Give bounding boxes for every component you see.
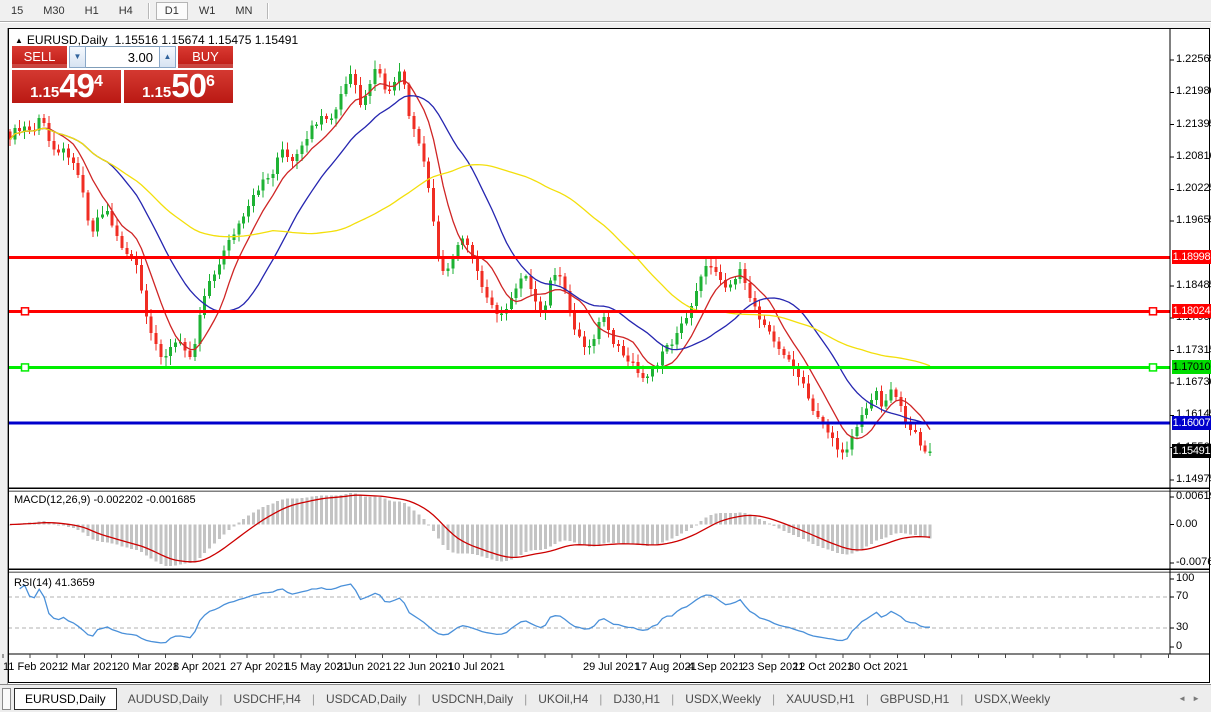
tab-GBPUSD-H1[interactable]: GBPUSD,H1 [869,689,960,709]
tab-USDCNH-Daily[interactable]: USDCNH,Daily [421,689,524,709]
price-tick-1.14975: 1.14975 [1176,473,1211,485]
sell-price-sup: 4 [94,73,103,91]
tab-DJ30-H1[interactable]: DJ30,H1 [602,689,671,709]
price-badge-1.18024: 1.18024 [1172,304,1211,318]
chart-ohlc-values: 1.15516 1.15674 1.15475 1.15491 [115,33,299,47]
overlay-MA-slow [10,128,930,366]
chart-canvas [0,0,1211,712]
price-badge-1.16007: 1.16007 [1172,416,1211,430]
buy-price-big: 50 [171,71,206,101]
tab-XAUUSD-H1[interactable]: XAUUSD,H1 [775,689,866,709]
rsi-100-tick: 100 [1176,572,1194,584]
date-label: 11 Feb 2021 [3,661,64,673]
price-tick-1.21395: 1.21395 [1176,118,1211,130]
volume-increase-button[interactable]: ▲ [159,46,176,68]
price-tick-1.18485: 1.18485 [1176,279,1211,291]
chart-symbol-label: EURUSD,Daily [27,33,108,47]
sell-button[interactable]: SELL [12,46,67,68]
tab-scroll-right-icon[interactable]: ► [1192,694,1206,703]
price-badge-1.17010: 1.17010 [1172,360,1211,374]
tab-AUDUSD-Daily[interactable]: AUDUSD,Daily [117,689,220,709]
macd-max-tick: 0.006193 [1176,490,1211,502]
price-tick-1.20810: 1.20810 [1176,150,1211,162]
collapse-triangle-icon: ▲ [15,36,23,45]
tab-USDX-Weekly[interactable]: USDX,Weekly [963,689,1061,709]
date-label: 2 Mar 2021 [62,661,118,673]
tab-scroll-left-icon[interactable]: ◄ [1178,694,1192,703]
volume-decrease-button[interactable]: ▼ [69,46,86,68]
sell-price-display[interactable]: 1.15494 [12,70,121,103]
overlay-MA-fast [10,80,930,438]
price-badge-1.18998: 1.18998 [1172,250,1211,264]
tab-USDX-Weekly[interactable]: USDX,Weekly [674,689,772,709]
tab-USDCAD-Daily[interactable]: USDCAD,Daily [315,689,418,709]
chart-title: ▲ EURUSD,Daily 1.15516 1.15674 1.15475 1.1… [15,33,298,47]
rsi-indicator-label: RSI(14) 41.3659 [14,577,95,589]
one-click-trading-widget: SELL ▼ ▲ BUY 1.15494 1.15506 [12,46,233,103]
macd-zero-tick: 0.00 [1176,518,1197,530]
rsi-30-tick: 30 [1176,621,1188,633]
tab-EURUSD-Daily[interactable]: EURUSD,Daily [14,688,117,710]
buy-price-display[interactable]: 1.15506 [124,70,233,103]
rsi-70-tick: 70 [1176,590,1188,602]
date-label: 3 Jun 2021 [337,661,391,673]
mt4-window: 15M30H1H4D1W1MN ▲EURUSD,Daily1.15516 1.1… [0,0,1211,712]
tab-UKOil-H4[interactable]: UKOil,H4 [527,689,599,709]
sell-price-prefix: 1.15 [30,84,59,101]
price-tick-1.16730: 1.16730 [1176,376,1211,388]
sell-price-big: 49 [59,71,94,101]
buy-price-prefix: 1.15 [142,84,171,101]
rsi-line [20,584,930,643]
price-tick-1.22565: 1.22565 [1176,53,1211,65]
date-label: 29 Jul 2021 [583,661,640,673]
date-label: 12 Oct 2021 [793,661,853,673]
date-label: 30 Oct 2021 [848,661,908,673]
date-label: 20 Mar 2021 [117,661,179,673]
date-label: 10 Jul 2021 [448,661,505,673]
date-label: 22 Jun 2021 [393,661,454,673]
chart-tab-bar: EURUSD,DailyAUDUSD,Daily|USDCHF,H4|USDCA… [0,684,1211,712]
candlestick-series [9,61,932,460]
price-tick-1.20225: 1.20225 [1176,182,1211,194]
macd-min-tick: -0.00762 [1176,556,1211,568]
buy-button[interactable]: BUY [178,46,233,68]
overlay-MA-medium [10,96,930,424]
date-label: 8 Apr 2021 [173,661,226,673]
tab-scroll-stub[interactable] [2,688,11,710]
date-label: 4 Sep 2021 [688,661,744,673]
volume-input[interactable] [86,46,159,68]
tab-USDCHF-H4[interactable]: USDCHF,H4 [223,689,312,709]
date-label: 27 Apr 2021 [230,661,289,673]
rsi-0-tick: 0 [1176,640,1182,652]
buy-price-sup: 6 [206,73,215,91]
tab-scroll-arrows[interactable]: ◄► [1178,694,1206,703]
price-tick-1.21980: 1.21980 [1176,85,1211,97]
macd-indicator-label: MACD(12,26,9) -0.002202 -0.001685 [14,494,196,506]
price-tick-1.19655: 1.19655 [1176,214,1211,226]
price-tick-1.17315: 1.17315 [1176,344,1211,356]
price-badge-1.15491: 1.15491 [1172,444,1211,458]
